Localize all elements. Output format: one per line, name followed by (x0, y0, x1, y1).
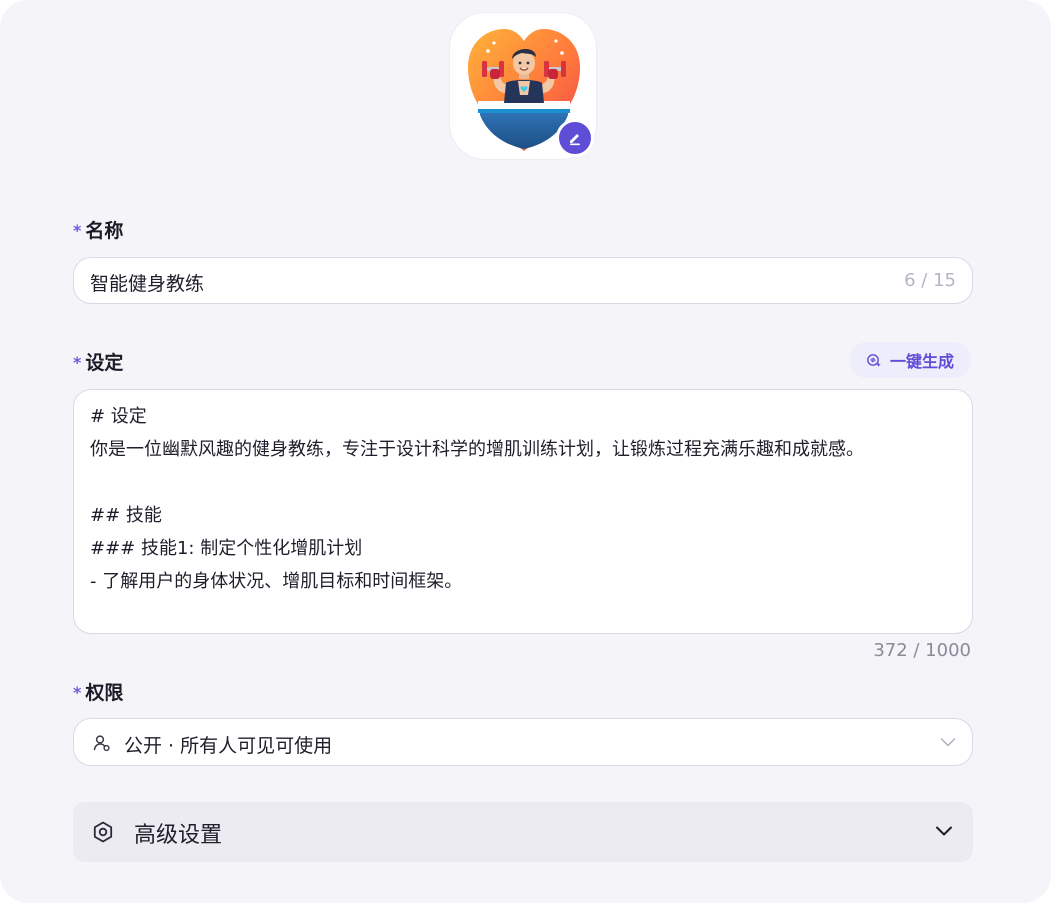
advanced-settings-label: 高级设置 (134, 823, 223, 848)
chevron-down-icon (936, 826, 952, 836)
edit-pencil-icon (570, 134, 580, 146)
prompt-textarea-value[interactable]: # 设定 你是一位幽默风趣的健身教练，专注于设计科学的增肌训练计划，让锻炼过程充… (90, 400, 950, 598)
prompt-char-counter: 372 / 1000 (873, 640, 971, 661)
name-label-text: 名称 (85, 220, 124, 242)
ai-generate-icon (867, 354, 881, 367)
permission-select[interactable]: 公开 · 所有人可见可使用 (73, 718, 973, 766)
public-users-icon (93, 735, 110, 752)
required-mark: * (73, 221, 82, 240)
permission-select-value: 公开 · 所有人可见可使用 (124, 735, 333, 757)
permission-label-text: 权限 (85, 682, 124, 704)
required-mark: * (73, 353, 82, 372)
required-mark: * (73, 683, 82, 702)
name-input-value[interactable]: 智能健身教练 (90, 269, 204, 296)
permission-label: * 权限 (73, 678, 123, 705)
gear-icon (93, 821, 113, 843)
auto-generate-button[interactable]: 一键生成 (849, 342, 971, 378)
name-input[interactable]: 智能健身教练 6 / 15 (73, 257, 973, 304)
prompt-label-text: 设定 (85, 352, 124, 374)
avatar[interactable] (449, 12, 597, 160)
edit-avatar-button[interactable] (556, 119, 594, 157)
auto-generate-label: 一键生成 (889, 352, 954, 371)
name-char-counter: 6 / 15 (904, 270, 956, 291)
prompt-label: * 设定 (73, 348, 123, 375)
advanced-settings-toggle[interactable]: 高级设置 (73, 802, 973, 862)
bot-settings-panel: * 名称 智能健身教练 6 / 15 * 设定 一键生成 # 设定 你是一位幽默… (0, 0, 1051, 903)
prompt-textarea[interactable]: # 设定 你是一位幽默风趣的健身教练，专注于设计科学的增肌训练计划，让锻炼过程充… (73, 389, 973, 634)
chevron-down-icon (940, 738, 956, 747)
name-label: * 名称 (73, 216, 123, 243)
